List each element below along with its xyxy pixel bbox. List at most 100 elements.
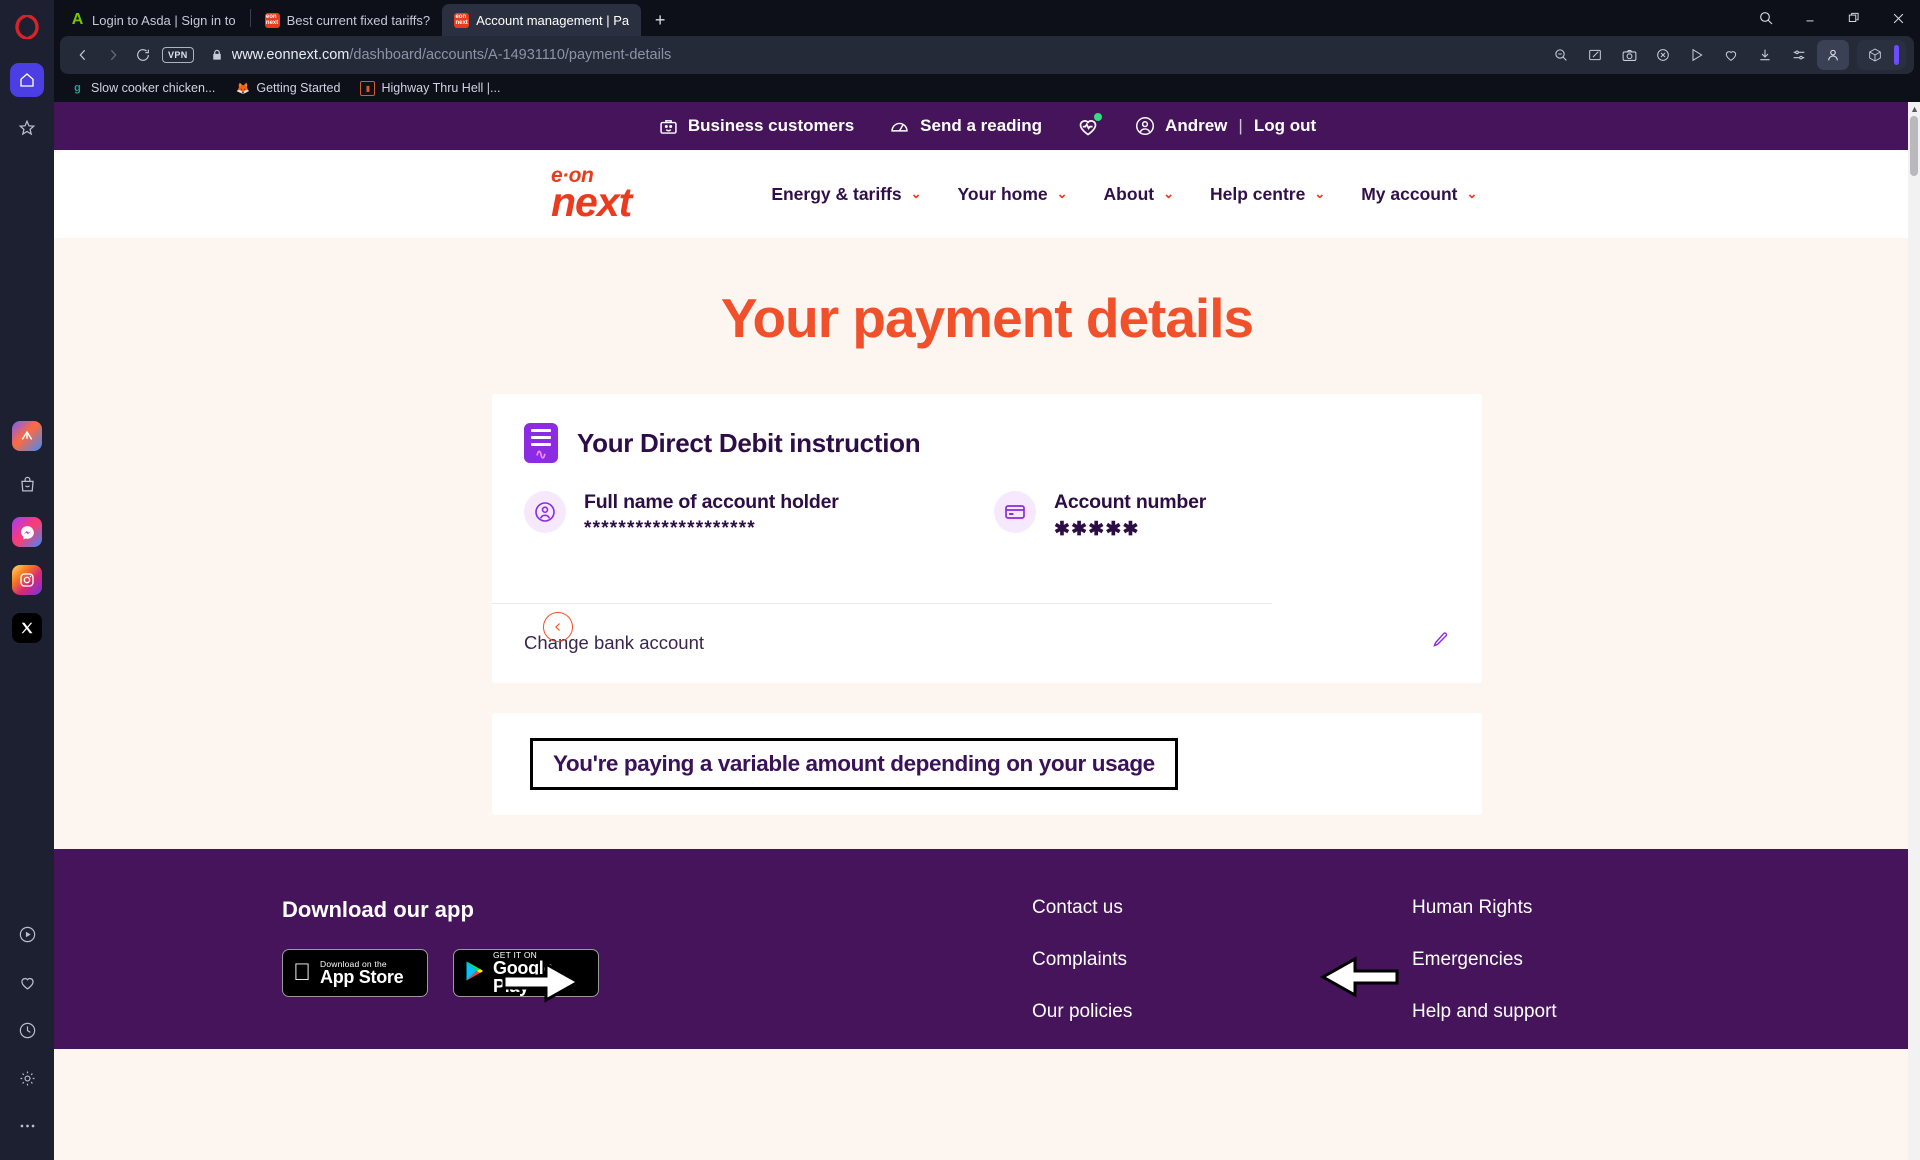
nav-label: Help centre [1210,183,1306,204]
payment-cards: ∿ Your Direct Debit instruction Full nam… [492,394,1482,815]
page-scrollbar[interactable]: ▲ [1908,102,1920,1160]
snapshot-edit-icon[interactable] [1579,40,1611,70]
reload-button[interactable] [128,40,158,70]
sidebar-item-settings[interactable] [10,1061,44,1095]
nav-item-your-home[interactable]: Your home ⌄ [958,184,1068,205]
change-bank-account-row[interactable]: Change bank account [492,604,1482,683]
heart-icon[interactable] [1715,40,1747,70]
aria-ai-icon [12,421,42,451]
workspace-group [1857,40,1906,70]
nav-label: Your home [957,183,1048,204]
sidebar-item-messenger[interactable] [10,515,44,549]
send-reading-link[interactable]: Send a reading [888,116,1042,137]
business-customers-link[interactable]: Business customers [658,116,854,137]
footer-link-help-and-support[interactable]: Help and support [1412,1001,1792,1023]
eon-next-logo[interactable]: e·on next [551,165,632,223]
footer-link-human-rights[interactable]: Human Rights [1412,897,1792,919]
sidebar-item-favorites[interactable] [10,965,44,999]
footer-link-emergencies[interactable]: Emergencies [1412,949,1792,971]
tab-strip: A Login to Asda | Sign in to eon next Bes… [54,0,1920,36]
app-store-button[interactable]:  Download on the App Store [282,949,428,997]
app-store-big: App Store [302,967,404,988]
lock-icon[interactable] [202,40,232,70]
eonnext-icon: eon next [454,12,470,28]
browser-tab-active[interactable]: eon next Account management | Pa [442,4,642,36]
chevron-down-icon: ⌄ [1314,186,1326,201]
sidebar-item-shopping[interactable] [10,467,44,501]
sidebar-item-x[interactable] [10,611,44,645]
minimize-icon[interactable] [1788,0,1832,36]
sidebar-item-home[interactable] [10,63,44,97]
card-header: ∿ Your Direct Debit instruction [492,394,1482,491]
url-path: /dashboard/accounts/A-14931110/payment-d… [349,47,672,63]
bookmark-item[interactable]: ▮ Highway Thru Hell |... [360,80,500,96]
nav-label: My account [1361,183,1458,204]
scrollbar-thumb[interactable] [1910,116,1918,176]
firefox-icon: 🦊 [236,82,250,95]
footer-link-our-policies[interactable]: Our policies [1032,1001,1412,1023]
browser-chrome: A Login to Asda | Sign in to eon next Bes… [54,0,1920,1160]
browser-tab[interactable]: A Login to Asda | Sign in to [58,4,248,36]
pencil-icon[interactable] [1430,630,1450,656]
nav-item-about[interactable]: About ⌄ [1104,184,1174,205]
sidebar-item-speeddial[interactable] [10,111,44,145]
chevron-down-icon: ⌄ [910,186,922,201]
instagram-icon [12,565,42,595]
browser-tab[interactable]: eon next Best current fixed tariffs? [253,4,443,36]
camera-icon[interactable] [1613,40,1645,70]
toolbar-icons [1545,40,1906,70]
site-utility-bar: Business customers Send a reading Andrew… [54,102,1920,150]
adblock-shield-icon[interactable] [1647,40,1679,70]
sidebar-item-more[interactable] [10,1109,44,1143]
business-customers-label: Business customers [687,116,855,135]
nav-item-my-account[interactable]: My account ⌄ [1361,184,1477,205]
back-button[interactable] [68,40,98,70]
cube-workspace-icon[interactable] [1859,40,1891,70]
settings-sliders-icon[interactable] [1783,40,1815,70]
opera-logo-icon[interactable] [12,12,42,42]
scroll-up-arrow[interactable]: ▲ [1910,104,1919,114]
profile-icon[interactable] [1817,40,1849,70]
health-heart-icon[interactable] [1076,113,1103,138]
sidebar-item-aria[interactable] [10,419,44,453]
send-icon[interactable] [1681,40,1713,70]
sidebar-item-player[interactable] [10,917,44,951]
annotation-highlight-box: You're paying a variable amount dependin… [530,738,1178,790]
workspace-indicator[interactable] [1894,45,1899,65]
url-field[interactable]: www.eonnext.com/dashboard/accounts/A-149… [232,47,1545,63]
chevron-down-icon: ⌄ [1466,186,1478,201]
page-hero: Your payment details [54,238,1920,642]
notification-dot [1094,113,1103,121]
direct-debit-card: ∿ Your Direct Debit instruction Full nam… [492,394,1482,683]
nav-item-energy-tariffs[interactable]: Energy & tariffs ⌄ [771,184,921,205]
forward-button[interactable] [98,40,128,70]
site-header: e·on next Energy & tariffs ⌄ Your home ⌄ [54,150,1920,238]
search-icon[interactable] [1744,0,1788,36]
field-account-holder: Full name of account holder ************… [524,491,994,541]
x-twitter-icon [12,613,42,643]
logout-link[interactable]: Log out [1254,116,1316,136]
maximize-icon[interactable] [1832,0,1876,36]
zoom-out-icon[interactable] [1545,40,1577,70]
new-tab-button[interactable]: + [647,7,673,33]
field-label: Full name of account holder [584,491,839,513]
vpn-badge[interactable]: VPN [162,47,194,63]
address-bar: VPN www.eonnext.com/dashboard/accounts/A… [60,36,1914,74]
tab-title: Account management | Pa [476,12,630,28]
nav-label: About [1103,183,1155,204]
close-icon[interactable] [1876,0,1920,36]
sidebar-item-instagram[interactable] [10,563,44,597]
download-icon[interactable] [1749,40,1781,70]
sidebar-item-history[interactable] [10,1013,44,1047]
send-reading-label: Send a reading [920,116,1043,135]
payment-type-card: You're paying a variable amount dependin… [492,713,1482,815]
web-page-viewport: Business customers Send a reading Andrew… [54,102,1920,1160]
footer-link-contact-us[interactable]: Contact us [1032,897,1412,919]
bookmark-item[interactable]: 🦊 Getting Started [235,81,340,96]
back-button-circle[interactable] [543,612,573,642]
card-heading: Your Direct Debit instruction [577,427,921,458]
nav-item-help-centre[interactable]: Help centre ⌄ [1210,184,1325,205]
account-menu[interactable]: Andrew | Log out [1134,115,1316,137]
bookmark-item[interactable]: g Slow cooker chicken... [70,81,215,96]
annotation-arrow-right [1319,956,1399,998]
